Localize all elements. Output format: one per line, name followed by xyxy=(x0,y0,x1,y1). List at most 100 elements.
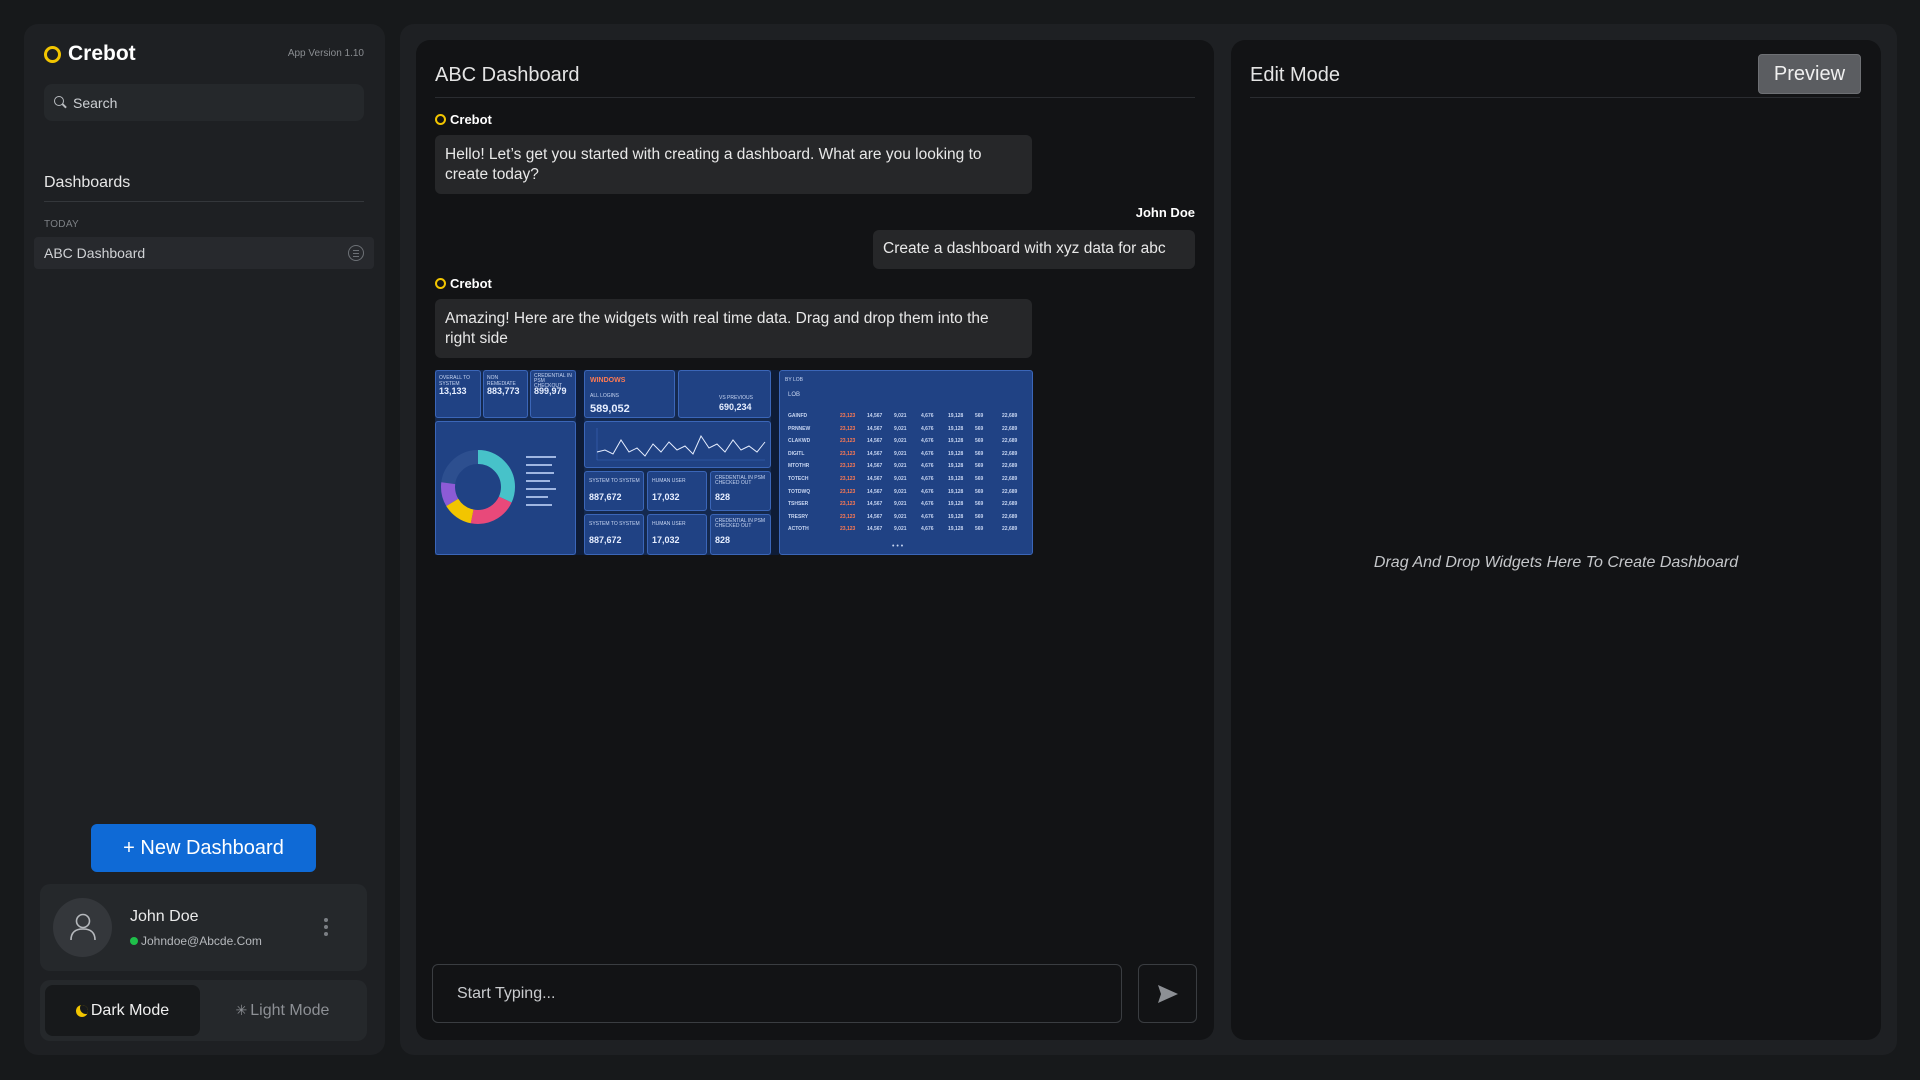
dashboards-heading: Dashboards xyxy=(44,174,131,191)
chat-input-box[interactable] xyxy=(432,964,1122,1023)
kpi-tile: CREDENTIAL IN PSM CHECKOUT 899,979 xyxy=(530,370,576,418)
line-chart-widget xyxy=(584,421,771,468)
list-circle-icon[interactable] xyxy=(348,245,364,261)
more-options-icon[interactable] xyxy=(323,918,329,938)
table-cell: 4,676 xyxy=(921,501,934,508)
lob-name: CLAKWD xyxy=(788,438,811,445)
table-cell: 569 xyxy=(975,413,984,419)
divider xyxy=(771,370,779,555)
table-cell: 19,128 xyxy=(948,450,964,457)
table-cell: 9,021 xyxy=(894,463,907,470)
user-card: John Doe Johndoe@Abcde.Com xyxy=(40,884,367,971)
table-cell: 4,676 xyxy=(921,488,934,495)
lob-name: TOTECH xyxy=(788,476,809,482)
kpi-tile: NON REMEDIATE 883,773 xyxy=(483,370,528,418)
table-cell: 4,676 xyxy=(921,526,934,533)
table-row: TSHSER 23,123 14,567 9,021 4,676 19,128 569 22,… xyxy=(786,499,1028,510)
table-cell: 23,123 xyxy=(840,476,856,482)
table-row: DIGITL 23,123 14,567 9,021 4,676 19,128 569 22,… xyxy=(786,449,1028,460)
bot-sender-label: Crebot xyxy=(435,276,492,291)
table-cell: 14,567 xyxy=(867,513,883,520)
dark-mode-label: Dark Mode xyxy=(90,1001,170,1019)
table-cell: 19,128 xyxy=(948,413,964,419)
search-input[interactable] xyxy=(73,94,353,111)
sun-icon: ✳ xyxy=(235,1002,248,1018)
search-box[interactable] xyxy=(44,84,364,121)
lob-name: TSHSER xyxy=(788,501,809,508)
user-sender-label: John Doe xyxy=(1135,205,1195,220)
table-cell: 569 xyxy=(975,526,984,533)
kpi-label: HUMAN USER xyxy=(652,521,686,527)
table-cell: 23,123 xyxy=(840,413,856,419)
widget-lob-table[interactable]: BY LOB LOB GAINFD 23,123 14,567 9,021 4,676 1… xyxy=(779,370,1033,555)
table-cell: 14,567 xyxy=(867,526,883,533)
kpi-value: 828 xyxy=(715,492,731,502)
kpi-value: 887,672 xyxy=(589,492,622,502)
table-cell: 14,567 xyxy=(867,413,883,419)
table-cell: 22,689 xyxy=(1002,488,1018,495)
app-version: App Version 1.10 xyxy=(287,48,364,59)
table-cell: 4,676 xyxy=(921,450,934,457)
chat-title: ABC Dashboard xyxy=(435,64,580,86)
table-cell: 9,021 xyxy=(894,438,907,445)
kpi-tile: CREDENTIAL IN PSM CHECKED OUT 828 xyxy=(710,514,771,555)
table-cell: 9,021 xyxy=(894,425,907,432)
table-cell: 22,689 xyxy=(1002,425,1018,432)
table-cell: 22,689 xyxy=(1002,513,1018,520)
kpi-tile: SYSTEM TO SYSTEM 887,672 xyxy=(584,514,644,555)
table-cell: 22,689 xyxy=(1002,413,1018,419)
prev-label: VS PREVIOUS xyxy=(719,395,753,401)
donut-chart-icon xyxy=(441,450,556,524)
send-icon xyxy=(1158,985,1178,1003)
widget-previews: OVERALL TO SYSTEM 13,133 NON REMEDIATE 8… xyxy=(435,370,1033,555)
table-cell: 9,021 xyxy=(894,501,907,508)
online-status-dot xyxy=(130,937,138,945)
table-row: TOTDWQ 23,123 14,567 9,021 4,676 19,128 569 22,… xyxy=(786,487,1028,498)
dark-mode-button[interactable]: Dark Mode xyxy=(45,985,200,1036)
table-cell: 22,689 xyxy=(1002,526,1018,533)
chat-input[interactable] xyxy=(457,965,1097,1022)
kpi-value: 828 xyxy=(715,535,731,545)
avatar[interactable] xyxy=(53,898,112,957)
lob-name: ACTOTH xyxy=(788,526,809,533)
table-cell: 22,689 xyxy=(1002,463,1018,470)
sender-name: Crebot xyxy=(450,276,492,291)
table-cell: 19,128 xyxy=(948,526,964,533)
table-cell: 569 xyxy=(975,463,984,470)
kpi-label: CREDENTIAL IN PSM CHECKED OUT xyxy=(715,475,766,486)
widget-kpi-donut[interactable]: OVERALL TO SYSTEM 13,133 NON REMEDIATE 8… xyxy=(435,370,576,555)
divider xyxy=(44,201,364,202)
preview-button[interactable]: Preview xyxy=(1758,54,1861,94)
send-button[interactable] xyxy=(1138,964,1197,1023)
main-area: ABC Dashboard Crebot Hello! Let’s get yo… xyxy=(400,24,1897,1055)
table-cell: 569 xyxy=(975,476,984,482)
table-cell: 9,021 xyxy=(894,450,907,457)
crebot-logo-icon xyxy=(435,114,446,125)
sidebar-item-abc-dashboard[interactable]: ABC Dashboard xyxy=(34,237,374,269)
table-cell: 569 xyxy=(975,450,984,457)
table-cell: 23,123 xyxy=(840,526,856,533)
lob-name: TRESRY xyxy=(788,513,809,520)
logins-label: ALL LOGINS xyxy=(590,393,619,399)
table-cell: 19,128 xyxy=(948,501,964,508)
table-cell: 23,123 xyxy=(840,438,856,445)
user-icon xyxy=(70,913,96,941)
lob-column-header: LOB xyxy=(788,392,801,398)
light-mode-button[interactable]: ✳ Light Mode xyxy=(205,985,360,1036)
windows-title: WINDOWS xyxy=(590,377,626,384)
table-cell: 14,567 xyxy=(867,438,883,445)
user-message: Create a dashboard with xyz data for abc xyxy=(873,230,1195,269)
moon-icon xyxy=(75,1004,88,1017)
table-cell: 23,123 xyxy=(840,425,856,432)
table-row: MTOTHR 23,123 14,567 9,021 4,676 19,128 569 22,… xyxy=(786,461,1028,472)
table-row: CLAKWD 23,123 14,567 9,021 4,676 19,128 569 22,… xyxy=(786,436,1028,447)
divider xyxy=(1250,97,1860,98)
user-email-row: Johndoe@Abcde.Com xyxy=(130,934,262,948)
windows-logins-tile: WINDOWS ALL LOGINS 589,052 xyxy=(584,370,675,418)
kpi-value: 13,133 xyxy=(439,386,467,396)
new-dashboard-button[interactable]: + New Dashboard xyxy=(91,824,316,872)
widget-windows[interactable]: WINDOWS ALL LOGINS 589,052 VS PREVIOUS 6… xyxy=(584,370,771,555)
windows-prev-tile: VS PREVIOUS 690,234 xyxy=(678,370,771,418)
table-row: ACTOTH 23,123 14,567 9,021 4,676 19,128 569 22,… xyxy=(786,524,1028,535)
kpi-tile: CREDENTIAL IN PSM CHECKED OUT 828 xyxy=(710,471,771,511)
